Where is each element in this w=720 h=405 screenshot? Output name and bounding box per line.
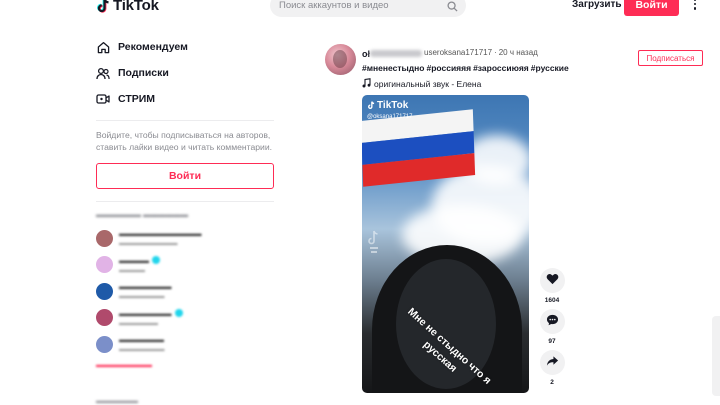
suggested-account[interactable]: ▬▬▬▬▬▬▬ ▬▬▬▬▬▬▬ xyxy=(96,278,276,305)
suggested-account[interactable]: ▬▬▬▬▬▬ ▬▬▬▬▬▬▬ xyxy=(96,331,276,358)
author-avatar[interactable] xyxy=(325,44,356,75)
music-note-icon xyxy=(362,78,371,90)
like-button[interactable] xyxy=(539,268,565,293)
post-header: oł useroksana171717 · 20 ч назад xyxy=(362,48,538,59)
comment-count: 97 xyxy=(548,338,556,345)
sidebar-item-following[interactable]: Подписки xyxy=(96,60,276,86)
share-count: 2 xyxy=(550,379,554,386)
post-time: 20 ч назад xyxy=(498,48,538,57)
sidebar-item-label: Подписки xyxy=(118,67,169,79)
suggested-accounts-title: ▬▬▬▬▬▬ ▬▬▬▬▬▬ xyxy=(96,210,189,219)
upload-link[interactable]: Загрузить xyxy=(572,0,622,10)
watermark-logo-text: TikTok xyxy=(377,100,409,111)
sidebar-item-label: Рекомендуем xyxy=(118,41,188,53)
share-arrow-icon xyxy=(546,354,559,372)
tiktok-watermark: TikTok xyxy=(367,100,408,111)
share-button[interactable] xyxy=(539,350,565,375)
suggested-account[interactable]: ▬▬▬▬▬▬▬ ▬▬▬▬▬▬ xyxy=(96,305,276,332)
sidebar-item-live[interactable]: СТРИМ xyxy=(96,86,276,112)
tiktok-note-icon xyxy=(96,0,110,14)
more-options-icon[interactable] xyxy=(692,0,698,10)
comment-button[interactable] xyxy=(539,309,565,334)
post-caption: #мненестыдно #россияяя #зароссиюяя #русские xyxy=(362,63,571,73)
watermark-username: @oksana171717 xyxy=(367,114,413,120)
music-title: оригинальный звук - Елена xyxy=(374,79,482,89)
music-link[interactable]: оригинальный звук - Елена xyxy=(362,78,481,90)
heart-icon xyxy=(546,272,559,290)
post-actions: 1604 97 2 xyxy=(539,268,565,391)
video-player[interactable]: TikTok @oksana171717 Мне не стыдно что я… xyxy=(362,95,529,393)
suggested-account[interactable]: ▬▬▬▬▬▬▬▬▬▬▬ ▬▬▬▬▬▬▬▬▬ xyxy=(96,225,276,252)
avatar xyxy=(96,309,113,327)
login-button[interactable]: Войти xyxy=(624,0,679,16)
login-hint: Войдите, чтобы подписываться на авторов,… xyxy=(96,130,273,152)
search-icon[interactable] xyxy=(447,0,458,17)
tiktok-logo[interactable]: TikTok xyxy=(96,0,159,14)
search-bar[interactable] xyxy=(270,0,466,17)
sidebar-item-label: СТРИМ xyxy=(118,93,156,105)
next-video-edge[interactable] xyxy=(712,316,720,396)
avatar xyxy=(96,335,113,353)
divider xyxy=(96,201,274,202)
logo-text: TikTok xyxy=(113,0,159,14)
search-input[interactable] xyxy=(279,0,439,11)
comment-icon xyxy=(546,313,559,331)
author-nickname[interactable]: useroksana171717 xyxy=(424,48,492,57)
sidebar-footer: ▬▬▬▬▬▬ xyxy=(96,398,138,405)
home-icon xyxy=(96,40,110,54)
suggested-account[interactable]: ▬▬▬▬ ▬▬▬▬ xyxy=(96,252,276,279)
separator: · xyxy=(494,48,497,57)
follow-button[interactable]: Подписаться xyxy=(638,50,703,66)
hashtag-link[interactable]: #россияяя xyxy=(427,63,472,73)
russian-flag xyxy=(362,109,476,187)
comment-action: 97 xyxy=(539,309,565,348)
share-action: 2 xyxy=(539,350,565,389)
users-icon xyxy=(96,66,110,80)
author-name-blurred[interactable]: oł xyxy=(362,49,422,59)
live-icon xyxy=(96,92,110,106)
divider xyxy=(96,120,274,121)
top-bar: TikTok Загрузить Войти xyxy=(0,0,720,18)
like-count: 1604 xyxy=(544,297,560,304)
sidebar-login-button[interactable]: Войти xyxy=(96,163,274,189)
avatar xyxy=(96,256,113,274)
hashtag-link[interactable]: #русские xyxy=(531,63,569,73)
hashtag-link[interactable]: #мненестыдно xyxy=(362,63,425,73)
sidebar-item-recommended[interactable]: Рекомендуем xyxy=(96,34,276,60)
see-all-link[interactable]: ▬▬▬▬▬▬▬▬ xyxy=(96,362,276,369)
watermark-side-icon xyxy=(368,229,380,255)
sidebar: Рекомендуем Подписки СТРИМ Войдите, чтоб… xyxy=(96,34,276,369)
hashtag-link[interactable]: #зароссиюяя xyxy=(473,63,529,73)
like-action: 1604 xyxy=(539,268,565,307)
avatar xyxy=(96,282,113,300)
avatar xyxy=(96,229,113,247)
